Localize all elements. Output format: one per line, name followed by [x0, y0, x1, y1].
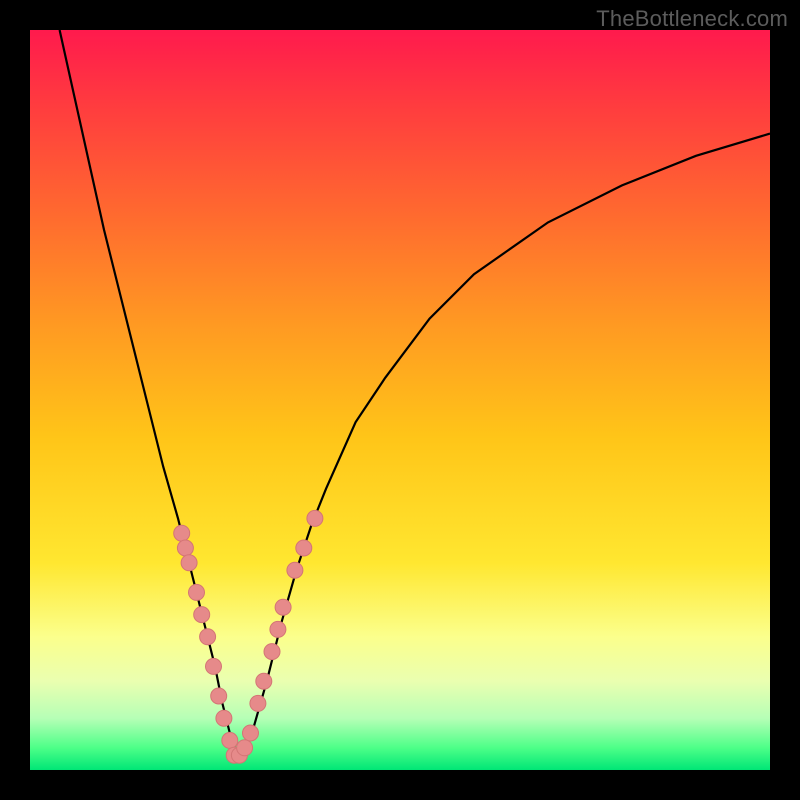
curve-marker — [250, 695, 266, 711]
curve-marker — [200, 629, 216, 645]
curve-marker — [287, 562, 303, 578]
curve-marker — [237, 740, 253, 756]
curve-marker — [194, 607, 210, 623]
curve-marker — [307, 510, 323, 526]
curve-markers — [174, 510, 323, 763]
curve-marker — [275, 599, 291, 615]
curve-marker — [189, 584, 205, 600]
plot-area — [30, 30, 770, 770]
curve-marker — [211, 688, 227, 704]
curve-marker — [296, 540, 312, 556]
curve-marker — [206, 658, 222, 674]
curve-marker — [243, 725, 259, 741]
curve-svg — [30, 30, 770, 770]
chart-frame: TheBottleneck.com — [0, 0, 800, 800]
curve-marker — [256, 673, 272, 689]
curve-marker — [216, 710, 232, 726]
curve-marker — [174, 525, 190, 541]
curve-marker — [222, 732, 238, 748]
curve-marker — [270, 621, 286, 637]
curve-marker — [264, 644, 280, 660]
curve-marker — [181, 555, 197, 571]
watermark-text: TheBottleneck.com — [596, 6, 788, 32]
curve-marker — [177, 540, 193, 556]
bottleneck-curve — [60, 30, 770, 755]
